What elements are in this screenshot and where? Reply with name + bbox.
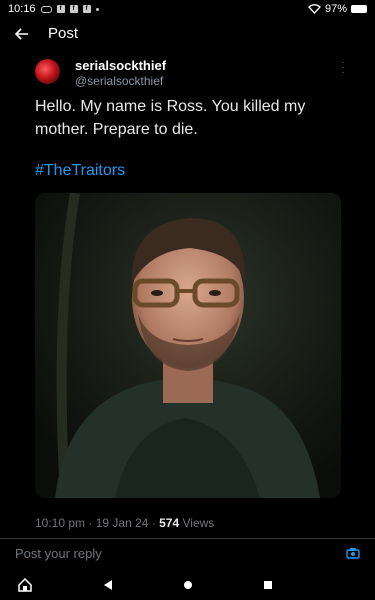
display-name[interactable]: serialsockthief <box>75 58 166 73</box>
notification-icon: f <box>82 5 91 13</box>
media-image <box>35 193 341 498</box>
header: Post <box>0 20 375 48</box>
arrow-left-icon <box>14 28 28 40</box>
avatar[interactable] <box>35 59 60 84</box>
tweet-time: 10:10 pm <box>35 516 86 530</box>
views-count: 574 <box>159 516 180 530</box>
tweet-text: Hello. My name is Ross. You killed my mo… <box>35 98 306 138</box>
home-icon[interactable] <box>18 578 32 592</box>
user-handle[interactable]: @serialsockthief <box>75 74 163 88</box>
hashtag-link[interactable]: #TheTraitors <box>35 162 125 180</box>
home-circle-icon[interactable] <box>181 578 195 592</box>
reply-input[interactable]: Post your reply <box>15 546 102 561</box>
status-bar: 10:16 f f f 97% <box>0 0 375 18</box>
dot-icon <box>95 7 99 11</box>
notification-icon: f <box>69 5 78 13</box>
tweet-meta: 10:10 pm · 19 Jan 24 · 574 Views <box>35 516 215 530</box>
notification-icon: f <box>56 5 65 13</box>
notification-icon <box>40 5 52 13</box>
wifi-icon <box>308 4 321 14</box>
tweet-media[interactable] <box>35 193 341 498</box>
battery-percent: 97% <box>324 3 347 15</box>
battery-icon <box>351 5 367 13</box>
more-options-icon[interactable]: · · · <box>339 58 347 78</box>
back-button[interactable] <box>10 23 34 45</box>
page-title: Post <box>48 25 79 42</box>
status-time: 10:16 <box>8 3 36 15</box>
tweet-date: 19 Jan 24 <box>95 516 149 530</box>
tweet-author: serialsockthief @serialsockthief · · · <box>35 58 355 90</box>
recent-apps-icon[interactable] <box>261 578 275 592</box>
views-label: Views <box>182 516 215 530</box>
back-triangle-icon[interactable] <box>101 578 115 592</box>
camera-icon[interactable] <box>346 547 360 559</box>
system-navbar <box>0 570 375 600</box>
reply-bar[interactable]: Post your reply <box>0 539 375 569</box>
